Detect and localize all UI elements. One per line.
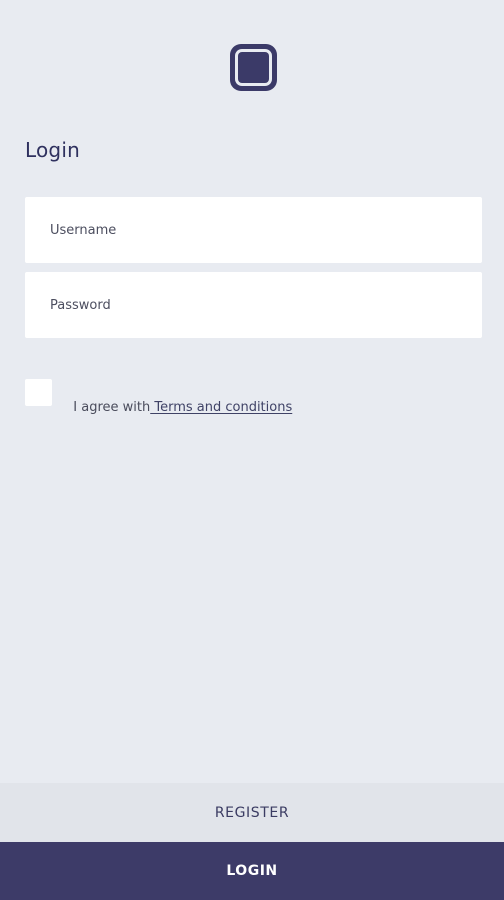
- terms-checkbox[interactable]: [25, 379, 52, 406]
- register-button[interactable]: REGISTER: [0, 783, 504, 842]
- password-input[interactable]: [25, 272, 482, 338]
- app-logo-frame: [235, 49, 272, 86]
- app-logo-icon: [230, 44, 277, 91]
- username-field[interactable]: [25, 197, 482, 263]
- page-title: Login: [25, 138, 80, 162]
- terms-link[interactable]: Terms and conditions: [150, 400, 292, 415]
- password-field[interactable]: [25, 272, 482, 338]
- agree-text: I agree with: [73, 400, 151, 415]
- login-button[interactable]: LOGIN: [0, 842, 504, 900]
- terms-agreement: I agree with Terms and conditions: [65, 385, 292, 415]
- app-logo-core: [238, 52, 269, 83]
- username-input[interactable]: [25, 197, 482, 263]
